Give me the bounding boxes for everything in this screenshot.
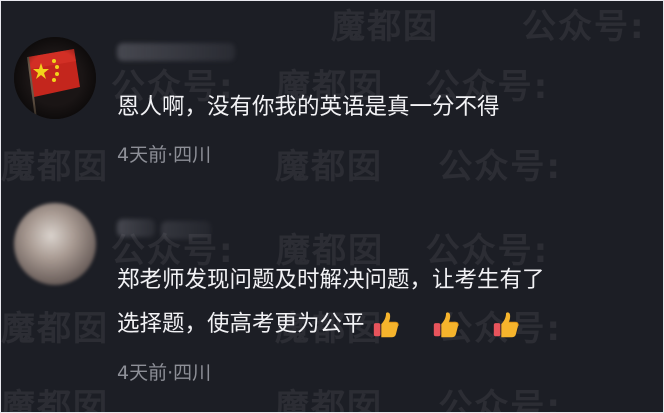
thumbs-up-icon [433,311,459,337]
comment-meta: 4天前·四川 [117,144,212,166]
comment-text: 郑老师发现问题及时解决问题，让考生有了 [117,267,545,293]
watermark: 魔都囡 魔都囡 公众号: [1,387,563,413]
username[interactable] [117,219,155,237]
watermark: 魔都囡 魔都囡 公众号: [1,147,563,187]
comment-text-line: 选择题，使高考更为公平 [117,311,365,337]
comment-text: 选择题，使高考更为公平 [117,303,521,345]
thumbs-up-icon [493,311,519,337]
avatar[interactable] [14,37,96,119]
watermark: 魔都囡 公众号: [331,7,646,47]
thumbs-up-icon [373,311,399,337]
avatar[interactable] [14,203,96,285]
screenshot-frame: 魔都囡 公众号: 公众号: 魔都囡 公众号: 魔都囡 魔都囡 公众号: 公众号:… [0,0,664,413]
comment-text: 恩人啊，没有你我的英语是真一分不得 [117,94,500,120]
comment-meta: 4天前·四川 [117,362,212,384]
username[interactable] [161,221,211,239]
username[interactable] [117,43,235,61]
flag-avatar-icon [14,37,96,119]
